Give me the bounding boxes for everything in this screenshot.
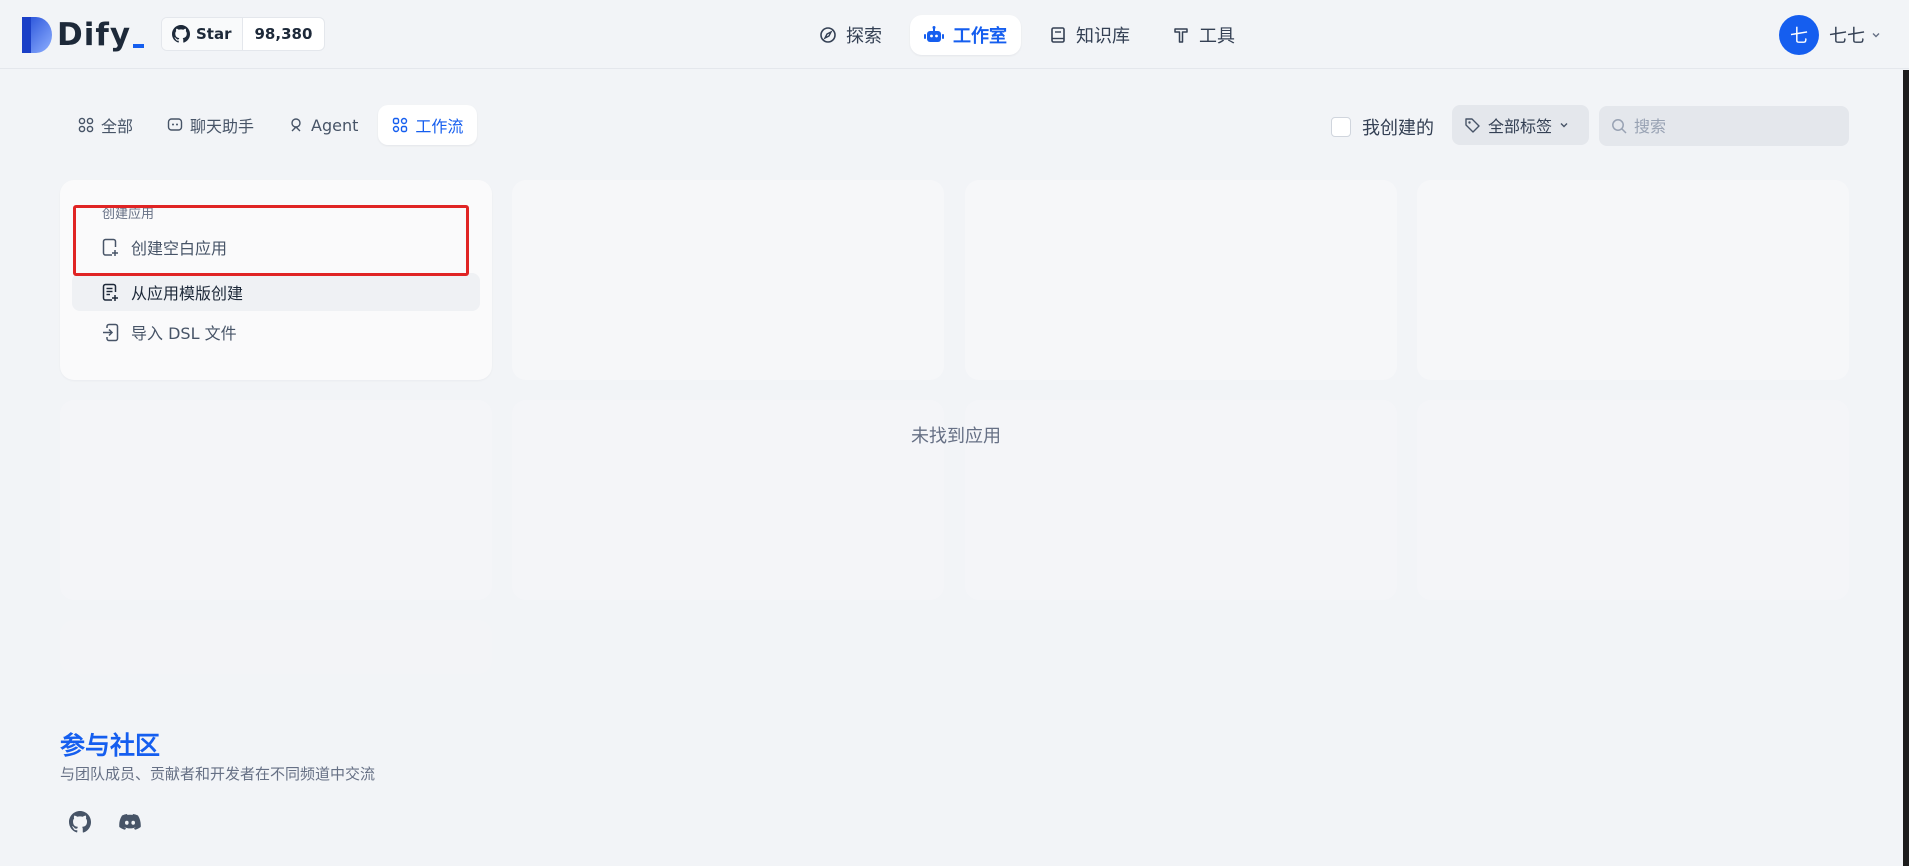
app-card-placeholder xyxy=(60,620,492,674)
app-card-placeholder xyxy=(512,400,944,600)
tag-filter-select[interactable]: 全部标签 xyxy=(1452,105,1589,145)
nav-tools-label: 工具 xyxy=(1199,26,1235,47)
create-from-template-button[interactable]: 从应用模版创建 xyxy=(72,273,480,311)
tab-agent[interactable]: Agent xyxy=(274,105,372,145)
discord-icon xyxy=(119,814,141,830)
tab-workflow[interactable]: 工作流 xyxy=(378,105,478,145)
tab-workflow-label: 工作流 xyxy=(415,117,464,136)
window-edge xyxy=(1903,70,1909,866)
tab-chat-assistant[interactable]: 聊天助手 xyxy=(153,105,268,145)
nav-explore[interactable]: 探索 xyxy=(805,15,896,55)
app-card-placeholder xyxy=(965,400,1397,600)
github-icon xyxy=(172,25,190,43)
avatar[interactable]: 七 xyxy=(1779,15,1819,55)
robot-icon xyxy=(924,26,944,42)
created-by-me-label: 我创建的 xyxy=(1362,118,1434,139)
tag-icon xyxy=(1465,117,1480,133)
app-card-placeholder xyxy=(512,180,944,380)
chevron-down-icon xyxy=(1872,33,1880,38)
dify-logo-icon xyxy=(22,17,52,53)
agent-icon xyxy=(291,118,301,132)
grid-icon xyxy=(78,117,94,133)
logo-cursor xyxy=(133,44,145,48)
app-type-tabs: 全部 聊天助手 Agent 工作流 xyxy=(64,105,478,145)
template-icon xyxy=(102,283,118,301)
dify-logo[interactable]: Dify xyxy=(22,17,145,53)
logo-text: Dify xyxy=(57,17,132,53)
import-dsl-label: 导入 DSL 文件 xyxy=(131,324,237,343)
github-icon xyxy=(69,811,91,833)
tab-chat-label: 聊天助手 xyxy=(190,117,255,136)
github-link[interactable] xyxy=(63,805,97,839)
nav-studio[interactable]: 工作室 xyxy=(910,15,1021,55)
discord-link[interactable] xyxy=(113,805,147,839)
tab-all-label: 全部 xyxy=(101,117,134,136)
import-icon xyxy=(103,323,119,341)
search-icon xyxy=(1612,118,1627,134)
user-menu[interactable]: 七 七七 xyxy=(1779,15,1881,55)
user-name: 七七 xyxy=(1829,26,1865,47)
hammer-icon xyxy=(1174,28,1188,43)
tab-all[interactable]: 全部 xyxy=(64,105,147,145)
import-dsl-button[interactable]: 导入 DSL 文件 xyxy=(72,313,480,351)
star-button[interactable]: Star xyxy=(162,18,243,50)
app-card-placeholder xyxy=(965,180,1397,380)
tag-filter-label: 全部标签 xyxy=(1488,117,1553,136)
chevron-down-icon xyxy=(1560,123,1568,128)
search-box[interactable] xyxy=(1599,106,1849,146)
nav-knowledge-label: 知识库 xyxy=(1076,26,1130,47)
empty-state-text: 未找到应用 xyxy=(911,426,1001,447)
app-card-placeholder xyxy=(1417,180,1849,380)
compass-icon xyxy=(820,27,836,43)
community-description: 与团队成员、贡献者和开发者在不同频道中交流 xyxy=(60,765,376,783)
top-header: Dify Star 98,380 探索 工作室 知识库 工具 七 七七 xyxy=(0,0,1909,69)
tab-agent-label: Agent xyxy=(311,115,359,135)
nav-studio-label: 工作室 xyxy=(953,26,1007,47)
create-from-template-label: 从应用模版创建 xyxy=(131,284,244,303)
main-nav: 探索 工作室 知识库 工具 xyxy=(805,15,1249,55)
workflow-icon xyxy=(393,117,408,133)
nav-knowledge[interactable]: 知识库 xyxy=(1035,15,1144,55)
nav-tools[interactable]: 工具 xyxy=(1158,15,1249,55)
app-card-placeholder xyxy=(1417,400,1849,600)
star-count: 98,380 xyxy=(254,25,313,43)
book-icon xyxy=(1051,27,1065,43)
created-by-me-checkbox[interactable] xyxy=(1331,117,1351,137)
chat-icon xyxy=(167,118,183,131)
app-card-placeholder xyxy=(60,400,492,600)
community-title: 参与社区 xyxy=(60,731,161,760)
created-by-me-filter[interactable]: 我创建的 xyxy=(1331,114,1434,140)
star-label: Star xyxy=(196,25,232,43)
github-star-widget[interactable]: Star 98,380 xyxy=(161,17,326,51)
nav-explore-label: 探索 xyxy=(846,26,882,47)
annotation-highlight-box xyxy=(73,205,469,276)
search-input[interactable] xyxy=(1634,116,1834,136)
